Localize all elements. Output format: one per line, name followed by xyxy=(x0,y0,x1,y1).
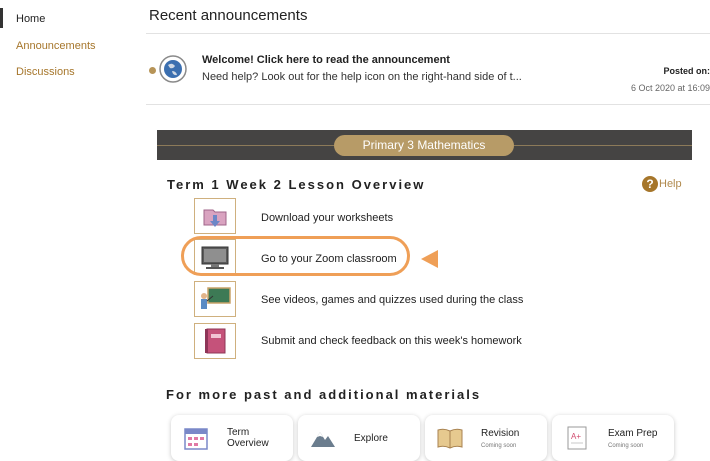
exam-paper-icon: A+ xyxy=(567,426,587,450)
homework-link[interactable]: Submit and check feedback on this week's… xyxy=(261,335,522,347)
book-icon xyxy=(437,428,463,449)
announcement-item[interactable]: Welcome! Click here to read the announce… xyxy=(146,50,710,96)
sidebar-item-discussions[interactable]: Discussions xyxy=(16,66,75,78)
revision-card[interactable]: Revision Coming soon xyxy=(425,415,547,461)
active-indicator xyxy=(0,8,3,28)
help-label: Help xyxy=(659,177,682,190)
exam-prep-label: Exam Prep xyxy=(608,428,658,439)
term-overview-label: Term Overview xyxy=(227,427,269,449)
materials-title: For more past and additional materials xyxy=(166,387,482,402)
banner-line xyxy=(157,145,334,146)
posted-label: Posted on: xyxy=(663,66,710,76)
svg-text:A+: A+ xyxy=(571,432,581,441)
download-worksheets-link[interactable]: Download your worksheets xyxy=(261,212,393,224)
exam-prep-card[interactable]: A+ Exam Prep Coming soon xyxy=(552,415,674,461)
explore-card[interactable]: Explore xyxy=(298,415,420,461)
class-resources-link[interactable]: See videos, games and quizzes used durin… xyxy=(261,294,523,306)
term-overview-card[interactable]: Term Overview xyxy=(171,415,293,461)
help-button[interactable]: ? Help xyxy=(642,176,682,192)
announcement-preview: Need help? Look out for the help icon on… xyxy=(202,71,522,83)
calendar-icon xyxy=(184,428,208,450)
announcement-title[interactable]: Welcome! Click here to read the announce… xyxy=(202,54,450,66)
unread-dot xyxy=(149,67,156,74)
exam-prep-status: Coming soon xyxy=(608,443,644,449)
course-title: Primary 3 Mathematics xyxy=(334,135,514,156)
globe-icon xyxy=(159,55,187,83)
lesson-title: Term 1 Week 2 Lesson Overview xyxy=(167,177,426,192)
revision-status: Coming soon xyxy=(481,443,517,449)
mountain-icon xyxy=(311,432,335,447)
divider xyxy=(146,104,710,105)
explore-label: Explore xyxy=(354,433,388,444)
divider xyxy=(146,33,710,34)
zoom-highlight-ring xyxy=(181,236,410,276)
revision-label: Revision xyxy=(481,428,520,439)
banner-line xyxy=(514,145,692,146)
folder-download-icon[interactable] xyxy=(194,198,236,234)
course-banner: Primary 3 Mathematics xyxy=(157,130,692,160)
sidebar-item-announcements[interactable]: Announcements xyxy=(16,40,96,52)
teacher-board-icon[interactable] xyxy=(194,281,236,317)
page-title: Recent announcements xyxy=(149,7,308,24)
sidebar: Home Announcements Discussions xyxy=(0,0,110,461)
pointer-arrow xyxy=(421,250,438,268)
help-icon: ? xyxy=(642,176,658,192)
notebook-icon[interactable] xyxy=(194,323,236,359)
sidebar-item-home[interactable]: Home xyxy=(16,13,45,25)
posted-date: 6 Oct 2020 at 16:09 xyxy=(630,83,710,93)
